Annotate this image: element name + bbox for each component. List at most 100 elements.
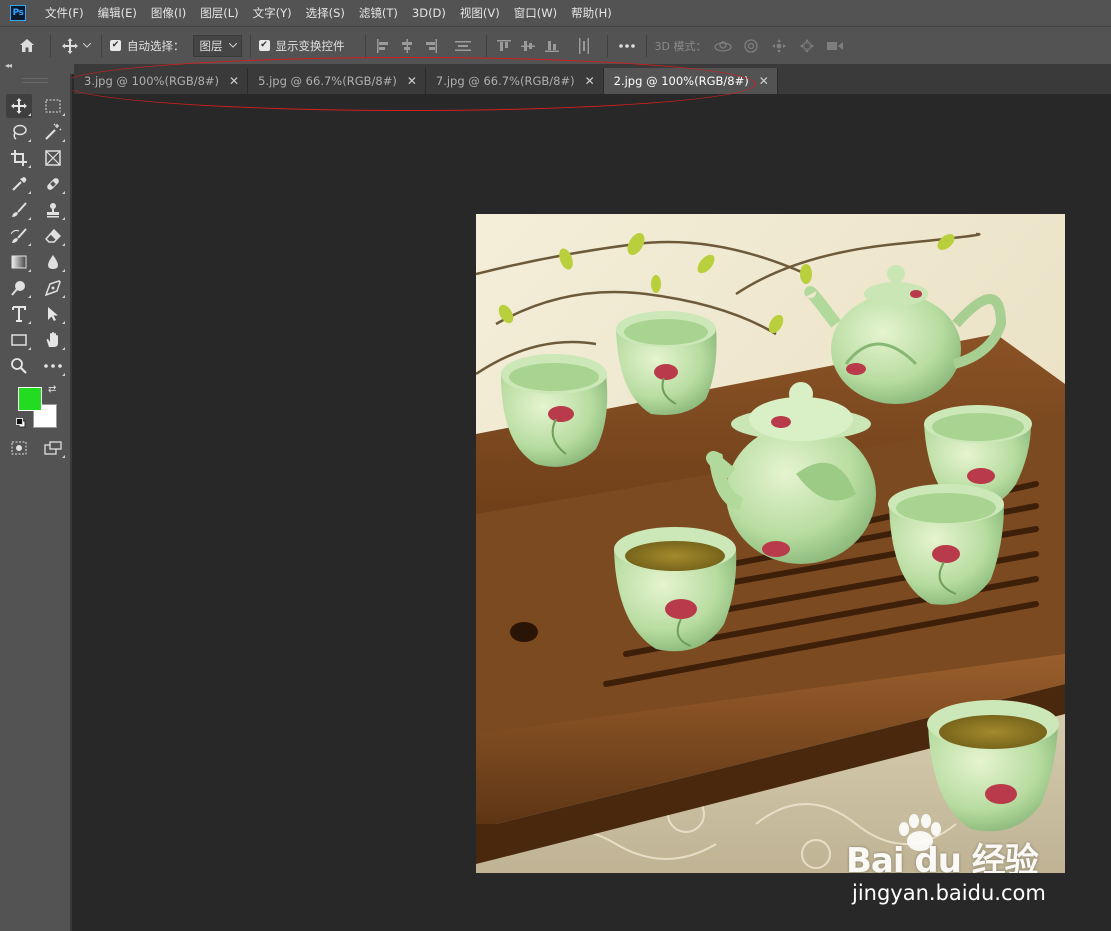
screen-mode-button[interactable] — [40, 436, 66, 460]
collapse-arrows-icon: ◂◂ — [5, 61, 12, 70]
baidu-watermark: Bai du 经验 — [846, 814, 1056, 873]
path-selection-tool[interactable] — [40, 302, 66, 326]
rectangle-icon — [11, 334, 27, 346]
menu-view[interactable]: 视图(V) — [453, 0, 507, 26]
gradient-tool[interactable] — [6, 250, 32, 274]
tab-label: 5.jpg @ 66.7%(RGB/8#) — [258, 74, 397, 88]
crop-tool[interactable] — [6, 146, 32, 170]
eyedropper-icon — [12, 177, 27, 191]
tab-label: 3.jpg @ 100%(RGB/8#) — [84, 74, 220, 88]
frame-icon — [45, 150, 61, 166]
move-tool-preset-icon[interactable] — [59, 35, 81, 57]
chevron-down-icon[interactable] — [81, 35, 93, 57]
menu-edit[interactable]: 编辑(E) — [91, 0, 144, 26]
bandage-icon — [47, 178, 59, 190]
clone-stamp-tool[interactable] — [40, 198, 66, 222]
edit-toolbar-button[interactable] — [40, 354, 66, 378]
type-tool[interactable] — [6, 302, 32, 326]
menu-file[interactable]: 文件(F) — [38, 0, 91, 26]
move-tool[interactable] — [6, 94, 32, 118]
hand-tool[interactable] — [40, 328, 66, 352]
rectangle-tool[interactable] — [6, 328, 32, 352]
blur-tool[interactable] — [40, 250, 66, 274]
eraser-tool[interactable] — [40, 224, 66, 248]
align-center-icon[interactable] — [398, 38, 416, 54]
magnifier-icon — [11, 358, 27, 374]
align-right-icon[interactable] — [422, 38, 440, 54]
scale-3d-icon[interactable] — [824, 38, 846, 54]
swap-colors-icon[interactable]: ⇄ — [48, 384, 56, 395]
auto-select-dropdown[interactable]: 图层 — [192, 34, 242, 57]
watermark-brand: Bai du 经验 — [846, 841, 1039, 873]
quick-mask-button[interactable] — [6, 436, 32, 460]
pen-icon — [45, 280, 61, 296]
auto-select-label: 自动选择： — [127, 38, 185, 53]
tab-label: 7.jpg @ 66.7%(RGB/8#) — [435, 74, 575, 88]
menu-layer[interactable]: 图层(L) — [193, 0, 245, 26]
healing-brush-tool[interactable] — [40, 172, 66, 196]
panel-grip[interactable] — [22, 78, 48, 83]
lasso-icon — [13, 124, 27, 140]
menu-3d[interactable]: 3D(D) — [405, 0, 453, 26]
auto-select-checkbox[interactable]: ✔ — [110, 40, 121, 51]
align-buttons — [374, 38, 472, 54]
show-transform-checkbox[interactable]: ✔ — [258, 40, 270, 51]
show-transform-label: 显示变换控件 — [275, 38, 345, 53]
3d-mode-label: 3D 模式： — [654, 39, 707, 53]
menu-window[interactable]: 窗口(W) — [507, 0, 564, 26]
zoom-tool[interactable] — [6, 354, 32, 378]
frame-tool[interactable] — [40, 146, 66, 170]
brush-tool[interactable] — [6, 198, 32, 222]
rectangular-marquee-icon — [45, 99, 61, 113]
magic-wand-icon — [45, 123, 62, 140]
align-top-icon[interactable] — [495, 38, 513, 54]
eyedropper-tool[interactable] — [6, 172, 32, 196]
auto-select-value: 图层 — [199, 38, 223, 53]
stamp-icon — [47, 203, 59, 218]
brush-icon — [12, 202, 27, 217]
screen-mode-icon — [44, 441, 62, 455]
lasso-tool[interactable] — [6, 120, 32, 144]
menu-filter[interactable]: 滤镜(T) — [352, 0, 405, 26]
align-middle-icon[interactable] — [519, 38, 537, 54]
align-left-icon[interactable] — [374, 38, 392, 54]
orbit-3d-icon[interactable] — [712, 38, 734, 54]
menu-type[interactable]: 文字(Y) — [246, 0, 299, 26]
quick-mask-icon — [11, 441, 27, 455]
distribute-icon[interactable] — [454, 38, 472, 54]
roll-3d-icon[interactable] — [740, 38, 762, 54]
tab-7jpg[interactable]: 7.jpg @ 66.7%(RGB/8#) ✕ — [425, 68, 604, 94]
more-options-icon[interactable] — [616, 35, 638, 57]
document-canvas-image[interactable]: Bai du 经验 — [476, 214, 1065, 873]
history-brush-tool[interactable] — [6, 224, 32, 248]
close-icon[interactable]: ✕ — [585, 74, 595, 88]
default-colors-icon[interactable] — [16, 418, 26, 428]
tab-2jpg-active[interactable]: 2.jpg @ 100%(RGB/8#) ✕ — [603, 68, 778, 94]
menu-help[interactable]: 帮助(H) — [564, 0, 619, 26]
align-vertical-buttons — [495, 37, 593, 54]
align-bottom-icon[interactable] — [543, 38, 561, 54]
toolbar-collapse-bar[interactable]: ◂◂ — [0, 61, 74, 74]
text-t-icon — [12, 306, 26, 322]
close-icon[interactable]: ✕ — [229, 74, 239, 88]
pen-tool[interactable] — [40, 276, 66, 300]
close-icon[interactable]: ✕ — [407, 74, 417, 88]
slide-3d-icon[interactable] — [796, 38, 818, 54]
close-icon[interactable]: ✕ — [759, 74, 769, 88]
tab-3jpg[interactable]: 3.jpg @ 100%(RGB/8#) ✕ — [74, 68, 249, 94]
menu-image[interactable]: 图像(I) — [144, 0, 193, 26]
options-bar: ✔ 自动选择： 图层 ✔ 显示变换控件 3D 模式： — [0, 26, 1111, 64]
magic-wand-tool[interactable] — [40, 120, 66, 144]
move-icon — [11, 98, 27, 114]
distribute-vertical-icon[interactable] — [575, 37, 593, 54]
dodge-tool[interactable] — [6, 276, 32, 300]
more-dots-icon — [44, 364, 62, 368]
tab-5jpg[interactable]: 5.jpg @ 66.7%(RGB/8#) ✕ — [248, 68, 426, 94]
home-icon[interactable] — [16, 35, 38, 57]
document-tab-bar: 3.jpg @ 100%(RGB/8#) ✕ 5.jpg @ 66.7%(RGB… — [74, 64, 1111, 94]
menu-select[interactable]: 选择(S) — [299, 0, 352, 26]
eraser-icon — [45, 228, 61, 243]
marquee-tool[interactable] — [40, 94, 66, 118]
pan-3d-icon[interactable] — [768, 38, 790, 54]
foreground-color-swatch[interactable] — [18, 387, 42, 411]
